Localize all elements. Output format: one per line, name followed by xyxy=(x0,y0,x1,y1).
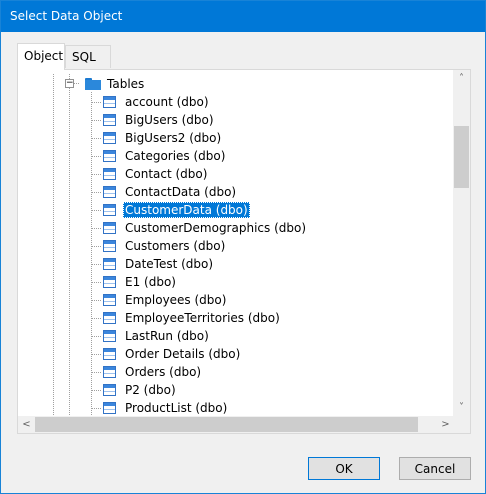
tree-line xyxy=(91,92,92,415)
table-icon xyxy=(103,402,116,414)
tree-item[interactable]: CustomerDemographics (dbo) xyxy=(103,219,308,237)
tree-line xyxy=(69,74,70,415)
tree-item[interactable]: E1 (dbo) xyxy=(103,273,178,291)
vertical-scrollbar[interactable]: ˄ ˅ xyxy=(453,70,470,416)
tree-line xyxy=(91,192,101,193)
table-icon xyxy=(103,276,116,288)
tree-item-label: Orders (dbo) xyxy=(125,365,202,379)
table-icon xyxy=(103,222,116,234)
tree-item-label: BigUsers2 (dbo) xyxy=(125,131,222,145)
tree-item-label: Categories (dbo) xyxy=(125,149,226,163)
scroll-left-icon[interactable]: < xyxy=(18,416,35,433)
tab-object[interactable]: Object xyxy=(17,43,65,70)
tree-item-label: ContactData (dbo) xyxy=(125,185,237,199)
horizontal-scrollbar[interactable]: < > xyxy=(18,416,454,433)
tree-item-label: Contact (dbo) xyxy=(125,167,208,181)
tables-tree[interactable]: − Tables account (dbo) BigUsers (dbo) BigU… xyxy=(25,74,447,415)
tree-item[interactable]: BigUsers (dbo) xyxy=(103,111,216,129)
tab-sql[interactable]: SQL xyxy=(65,45,111,68)
tree-item-label: ProductList (dbo) xyxy=(125,401,228,415)
window-title: Select Data Object xyxy=(10,9,123,23)
tree-item-label: EmployeeTerritories (dbo) xyxy=(125,311,280,325)
table-icon xyxy=(103,240,116,252)
tree-item-tables[interactable]: Tables xyxy=(85,75,146,93)
tree-line xyxy=(91,210,101,211)
tree-item-label: P2 (dbo) xyxy=(125,383,176,397)
scroll-right-icon[interactable]: > xyxy=(437,416,454,433)
tree-item-label: BigUsers (dbo) xyxy=(125,113,214,127)
table-icon xyxy=(103,150,116,162)
tree-item[interactable]: Contact (dbo) xyxy=(103,165,209,183)
tree-item[interactable]: P2 (dbo) xyxy=(103,381,178,399)
table-icon xyxy=(103,258,116,270)
tree-item-label: CustomerDemographics (dbo) xyxy=(125,221,307,235)
tree-line xyxy=(91,138,101,139)
tree-line xyxy=(53,74,54,415)
table-icon xyxy=(103,384,116,396)
table-icon xyxy=(103,186,116,198)
tree-item-label: LastRun (dbo) xyxy=(125,329,209,343)
vertical-scroll-thumb[interactable] xyxy=(454,126,469,188)
tree-item-label: Employees (dbo) xyxy=(125,293,227,307)
tree-line xyxy=(91,372,101,373)
table-icon xyxy=(103,168,116,180)
tree-line xyxy=(91,390,101,391)
tree-item-label: Tables xyxy=(107,77,145,91)
horizontal-scroll-thumb[interactable] xyxy=(35,417,418,432)
title-bar: Select Data Object ✕ xyxy=(1,1,485,32)
tree-item-label: DateTest (dbo) xyxy=(125,257,214,271)
tree-item-label: E1 (dbo) xyxy=(125,275,176,289)
table-icon xyxy=(103,348,116,360)
tree-item[interactable]: BigUsers2 (dbo) xyxy=(103,129,223,147)
tree-line xyxy=(91,300,101,301)
tree-line xyxy=(91,264,101,265)
folder-icon xyxy=(85,78,101,90)
table-icon xyxy=(103,132,116,144)
tree-line xyxy=(91,354,101,355)
tree-item[interactable]: ProductList (dbo) xyxy=(103,399,229,415)
tree-item[interactable]: Order Details (dbo) xyxy=(103,345,242,363)
tree-item[interactable]: Categories (dbo) xyxy=(103,147,227,165)
tree-item[interactable]: Customers (dbo) xyxy=(103,237,227,255)
tree-line xyxy=(91,102,101,103)
table-icon xyxy=(103,96,116,108)
tree-line xyxy=(91,120,101,121)
tree-line xyxy=(91,174,101,175)
table-icon xyxy=(103,312,116,324)
scrollbar-corner xyxy=(453,416,470,433)
tree-line xyxy=(91,246,101,247)
cancel-button[interactable]: Cancel xyxy=(399,457,471,480)
tree-line xyxy=(91,228,101,229)
scroll-up-icon[interactable]: ˄ xyxy=(453,70,470,87)
table-icon xyxy=(103,366,116,378)
tree-item-label: Customers (dbo) xyxy=(125,239,226,253)
select-data-object-dialog: Select Data Object ✕ Object SQL − Tables… xyxy=(0,0,486,494)
tree-line xyxy=(91,408,101,409)
tree-item-label: Order Details (dbo) xyxy=(125,347,241,361)
tree-item[interactable]: DateTest (dbo) xyxy=(103,255,215,273)
tree-item[interactable]: LastRun (dbo) xyxy=(103,327,211,345)
table-icon xyxy=(103,114,116,126)
tree-line xyxy=(91,282,101,283)
tree-line xyxy=(91,336,101,337)
collapse-tables-icon[interactable]: − xyxy=(65,79,74,88)
tree-item[interactable]: CustomerData (dbo) xyxy=(103,201,250,219)
object-panel: − Tables account (dbo) BigUsers (dbo) BigU… xyxy=(17,69,471,434)
scroll-down-icon[interactable]: ˅ xyxy=(453,399,470,416)
table-icon xyxy=(103,294,116,306)
tree-line xyxy=(91,318,101,319)
tree-item[interactable]: Orders (dbo) xyxy=(103,363,203,381)
tree-line xyxy=(91,156,101,157)
table-icon xyxy=(103,204,116,216)
tree-item[interactable]: Employees (dbo) xyxy=(103,291,228,309)
tree-item-label: account (dbo) xyxy=(125,95,209,109)
tree-item[interactable]: EmployeeTerritories (dbo) xyxy=(103,309,282,327)
tree-item[interactable]: account (dbo) xyxy=(103,93,211,111)
tree-item[interactable]: ContactData (dbo) xyxy=(103,183,238,201)
table-icon xyxy=(103,330,116,342)
ok-button[interactable]: OK xyxy=(308,457,380,480)
tree-item-label: CustomerData (dbo) xyxy=(123,202,250,218)
